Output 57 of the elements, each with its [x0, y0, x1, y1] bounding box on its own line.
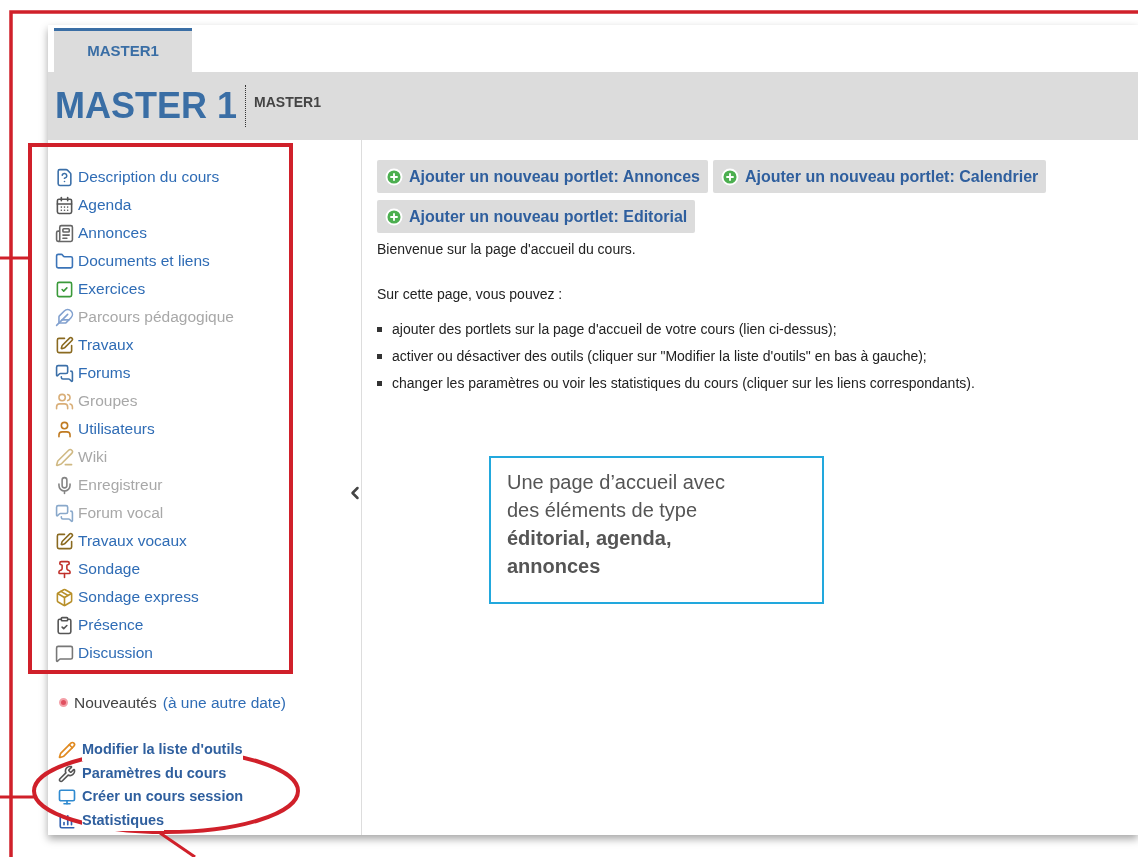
speech-bubble-icon — [55, 643, 74, 663]
calendar-icon — [55, 195, 74, 215]
tool-link[interactable]: Agenda — [78, 193, 132, 217]
feather-icon — [55, 307, 74, 327]
plus-circle-icon — [385, 167, 403, 186]
group-icon — [55, 391, 74, 411]
plus-circle-icon — [385, 207, 403, 226]
leader-line — [0, 256, 30, 260]
news-label: Nouveautés — [74, 693, 157, 713]
tool-link[interactable]: Description du cours — [78, 165, 220, 189]
tool-link[interactable]: Travaux — [78, 333, 134, 357]
bullet-icon — [377, 381, 382, 386]
callout-text: Une page d’accueil avec des éléments de type éditorial, agenda, annonces — [507, 470, 726, 579]
bullet-text: changer les paramètres ou voir les statistiques du cours (cliquer sur les liens correspondants). — [392, 374, 975, 393]
plus-circle-icon — [720, 167, 739, 186]
course-tab[interactable]: MASTER1 — [54, 28, 192, 72]
tool-link[interactable]: Forums — [78, 361, 131, 385]
chat-icon — [55, 363, 74, 383]
course-title: MASTER 1 — [55, 88, 238, 124]
chat-icon — [55, 503, 74, 523]
monitor-icon — [58, 788, 76, 806]
user-icon — [55, 419, 74, 439]
wrench-icon — [58, 764, 76, 783]
tool-link[interactable]: Présence — [78, 613, 144, 637]
pencil-icon — [58, 741, 76, 759]
course-code: MASTER1 — [254, 93, 321, 112]
pin-icon — [55, 559, 74, 579]
bullet-text: ajouter des portlets sur la page d'accueil de votre cours (lien ci-dessus); — [392, 320, 837, 339]
checkbox-icon — [55, 279, 74, 299]
microphone-icon — [55, 475, 74, 495]
document-question-icon — [55, 167, 74, 187]
tool-link[interactable]: Annonces — [78, 221, 147, 245]
notepad-pencil-icon — [55, 531, 74, 551]
folder-icon — [55, 251, 74, 271]
tool-link[interactable]: Utilisateurs — [78, 417, 155, 441]
tool-link[interactable]: Exercices — [78, 277, 146, 301]
tool-link[interactable]: Documents et liens — [78, 249, 210, 273]
tool-link[interactable]: Sondage express — [78, 585, 199, 609]
bullet-icon — [377, 327, 382, 332]
welcome-text: Bienvenue sur la page d'accueil du cours. — [377, 240, 637, 259]
box-icon — [55, 587, 74, 607]
add-portlet-button[interactable]: Ajouter un nouveau portlet: Editorial — [377, 200, 696, 233]
add-portlet-button[interactable]: Ajouter un nouveau portlet: Calendrier — [712, 160, 1047, 193]
tool-link[interactable]: Sondage — [78, 557, 141, 581]
add-portlet-button[interactable]: Ajouter un nouveau portlet: Annonces — [377, 160, 708, 193]
tool-link[interactable]: Travaux vocaux — [78, 529, 187, 553]
tool-link[interactable]: Discussion — [78, 641, 153, 665]
clipboard-check-icon — [55, 615, 74, 635]
bullet-icon — [377, 354, 382, 359]
pencil-icon — [55, 447, 74, 467]
notepad-pencil-icon — [55, 335, 74, 355]
leader-line — [159, 831, 196, 857]
newspaper-icon — [55, 223, 74, 243]
leader-line — [0, 795, 36, 799]
date-link[interactable]: (à une autre date) — [162, 691, 286, 715]
intro-text: Sur cette page, vous pouvez : — [377, 285, 564, 304]
bullet-text: activer ou désactiver des outils (cliquer sur "Modifier la liste d'outils" en bas à gauche); — [392, 347, 927, 366]
